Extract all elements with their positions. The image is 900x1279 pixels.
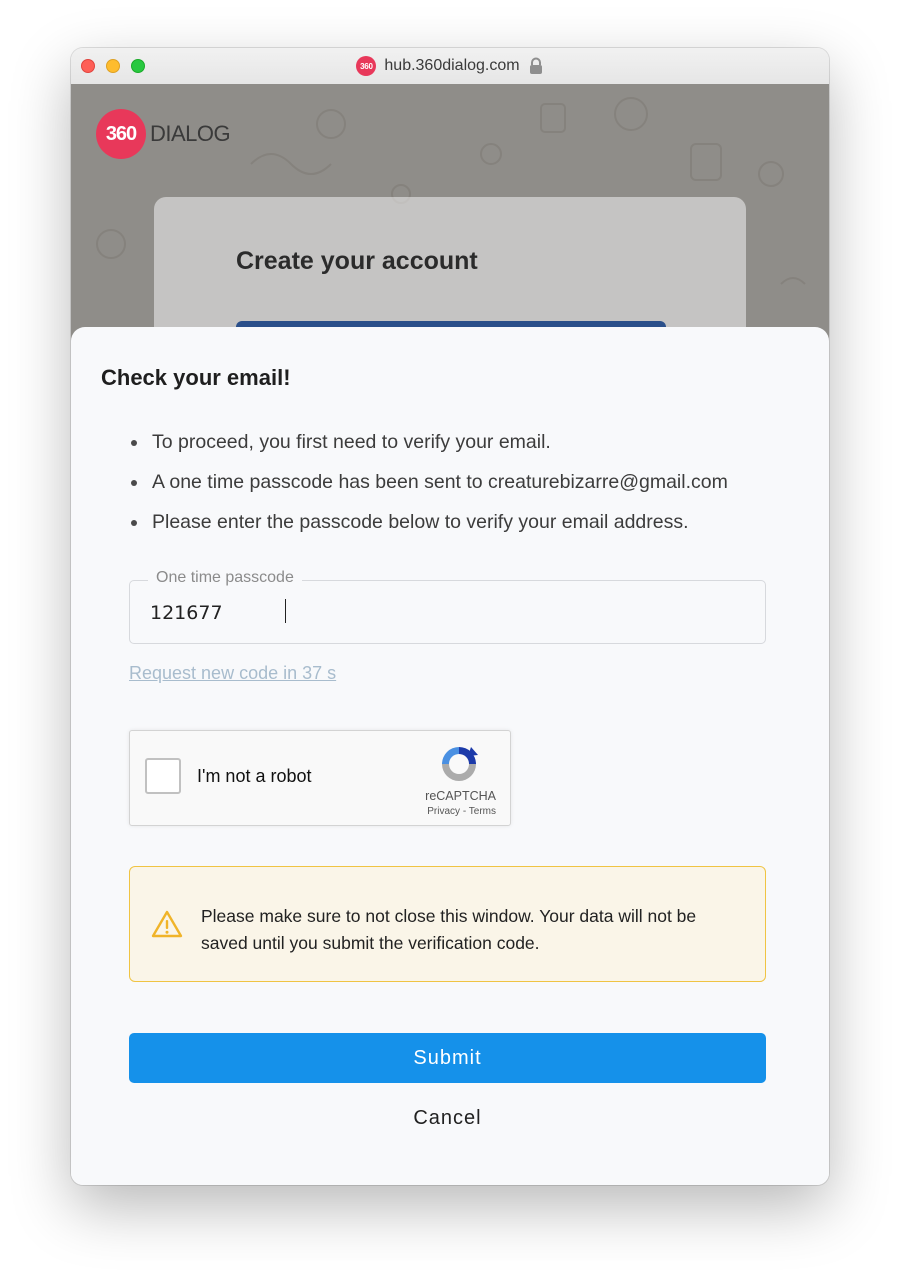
request-new-code-link[interactable]: Request new code in 37 s [129,663,336,684]
passcode-label: One time passcode [148,569,302,587]
recaptcha-link-separator: - [460,806,469,817]
submit-button[interactable]: Submit [129,1033,766,1083]
browser-window: 360 hub.360dialog.com 360 DIALOG Create … [71,48,829,1185]
instruction-item: To proceed, you first need to verify you… [131,427,728,467]
recaptcha-links: Privacy - Terms [427,806,496,817]
instruction-item: A one time passcode has been sent to cre… [131,467,728,507]
lock-icon [529,57,542,74]
warning-alert: Please make sure to not close this windo… [129,866,766,982]
logo-mark: 360 [96,109,146,159]
recaptcha-terms-link[interactable]: Terms [469,806,496,817]
recaptcha-checkbox[interactable] [145,758,181,794]
recaptcha-brand: reCAPTCHA [425,789,496,803]
cancel-button[interactable]: Cancel [129,1103,766,1133]
text-caret [285,599,286,623]
instructions-list: To proceed, you first need to verify you… [131,427,728,547]
address-bar[interactable]: 360 hub.360dialog.com [71,55,829,77]
instruction-item: Please enter the passcode below to verif… [131,507,728,547]
recaptcha-privacy-link[interactable]: Privacy [427,806,460,817]
verify-email-modal: Check your email! To proceed, you first … [71,327,829,1185]
warning-text: Please make sure to not close this windo… [201,906,697,953]
title-bar: 360 hub.360dialog.com [71,48,829,85]
brand-logo: 360 DIALOG [96,109,231,159]
site-favicon-icon: 360 [356,56,377,76]
recaptcha-logo-icon [442,747,478,781]
warning-icon [151,910,183,938]
recaptcha-label: I'm not a robot [197,766,312,786]
url-text: hub.360dialog.com [384,57,520,74]
modal-title: Check your email! [101,365,291,390]
passcode-field[interactable]: One time passcode [129,569,766,644]
signup-card-title: Create your account [236,247,478,275]
logo-text: DIALOG [150,121,231,146]
passcode-input[interactable] [148,597,712,629]
recaptcha-widget: I'm not a robot reCAPTCHA Privacy - Term… [129,730,511,826]
